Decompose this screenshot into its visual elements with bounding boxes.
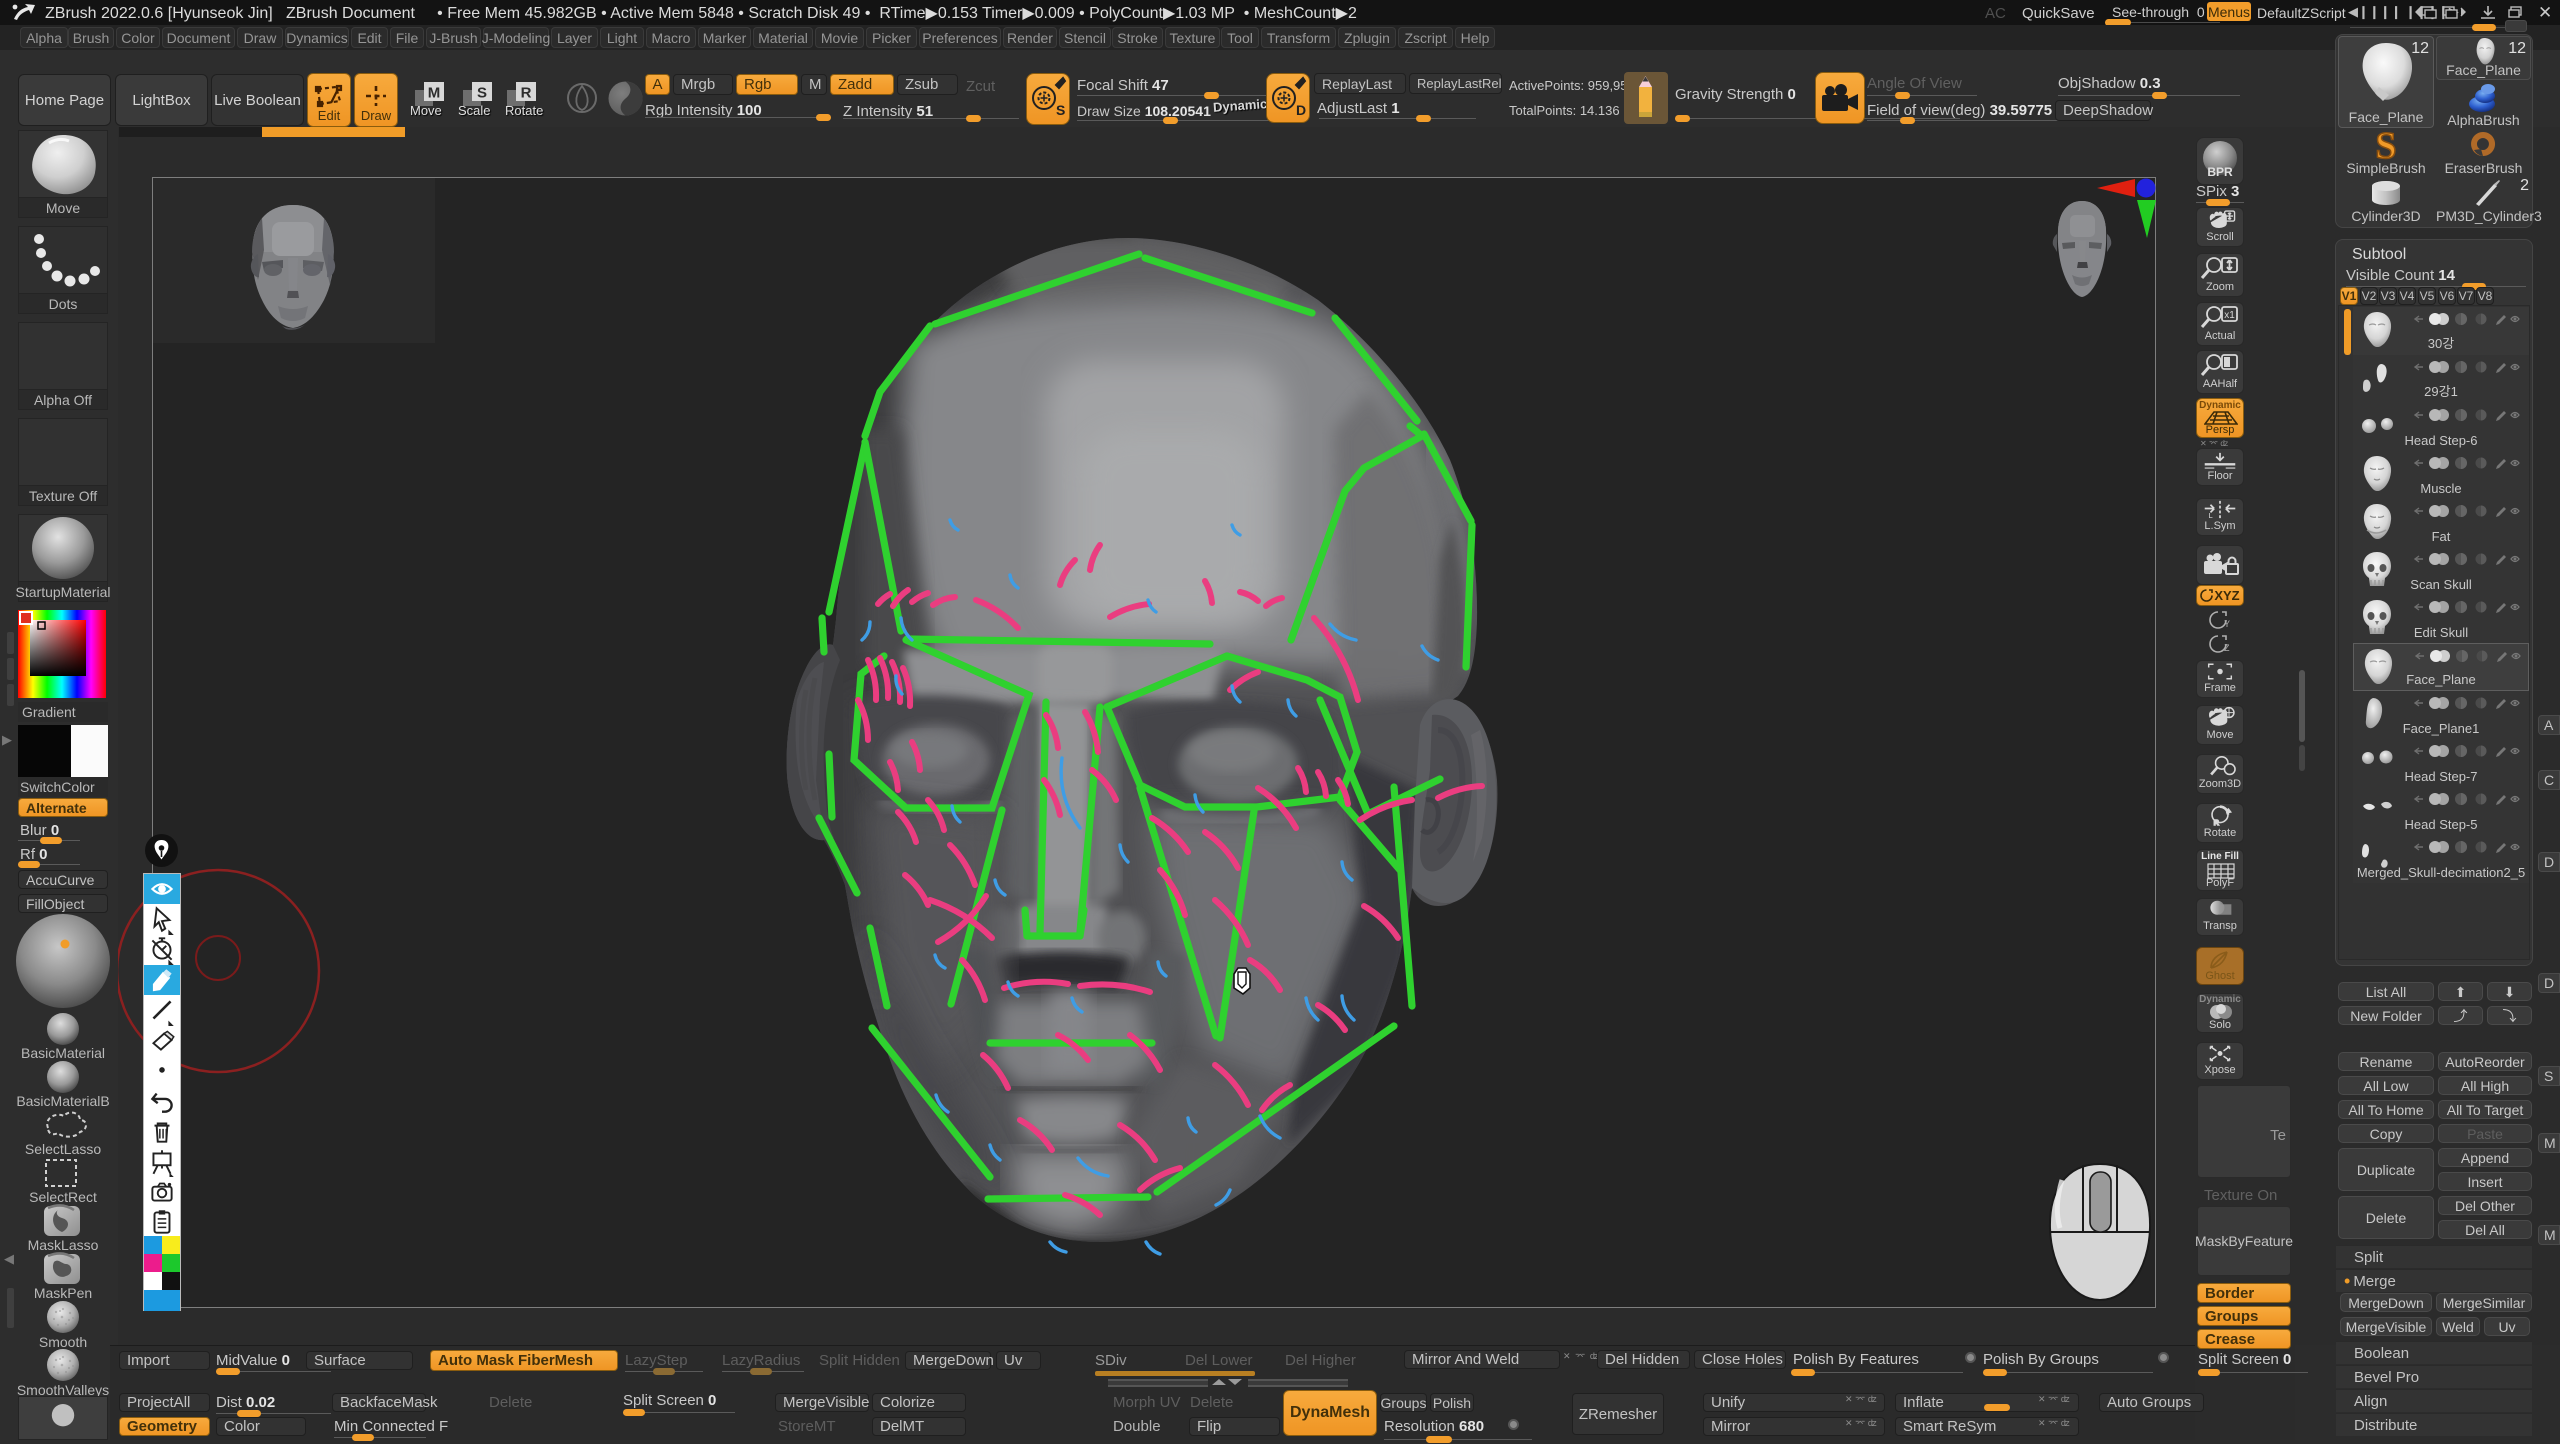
svg-text:BPR: BPR: [2207, 165, 2233, 179]
svg-text:R: R: [521, 85, 532, 102]
svg-text:x1: x1: [2224, 310, 2235, 321]
svg-text:D: D: [1296, 102, 1306, 118]
svg-text:Y: Y: [2224, 619, 2230, 629]
svg-text:S: S: [1056, 102, 1065, 118]
svg-text:L: L: [2209, 511, 2213, 520]
svg-text:R: R: [2214, 820, 2219, 827]
svg-text:S: S: [2375, 130, 2396, 162]
svg-text:Z: Z: [2224, 643, 2230, 653]
svg-text:M: M: [428, 85, 441, 102]
svg-text:S: S: [477, 85, 487, 102]
